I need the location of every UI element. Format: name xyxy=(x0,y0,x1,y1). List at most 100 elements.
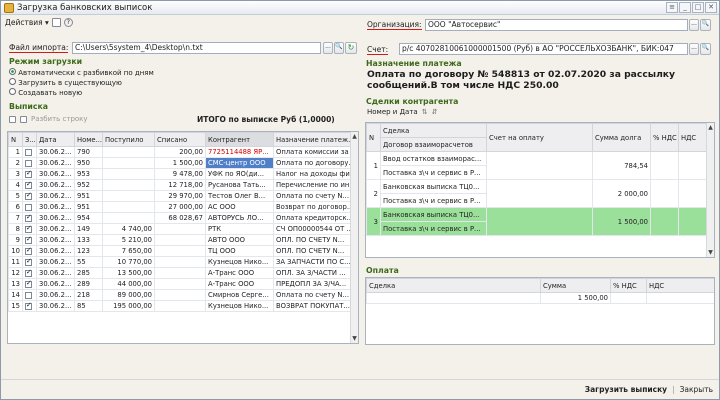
deal-col-vat[interactable]: НДС xyxy=(678,123,709,152)
deals-scroll-up-icon[interactable]: ▲ xyxy=(707,124,714,131)
row-checkbox[interactable] xyxy=(25,302,32,310)
statement-col-2[interactable]: Дата xyxy=(36,132,75,147)
deals-scroll-down-icon[interactable]: ▼ xyxy=(707,249,714,256)
refresh-icon[interactable]: ↻ xyxy=(345,42,357,54)
statement-col-4[interactable]: Поступило xyxy=(102,132,155,147)
menu-icon[interactable]: ≡ xyxy=(666,2,678,13)
statement-row[interactable]: 2 30.06.2... 950 1 500,00 СМС-центр ООО Оплат… xyxy=(8,157,353,169)
statement-col-0[interactable]: N xyxy=(8,132,23,147)
load-statement-button[interactable]: Загрузить выписку xyxy=(585,385,667,394)
statement-row[interactable]: 1 30.06.2... 790 200,00 7725114488 ЯР... Опла… xyxy=(8,146,353,158)
statement-row[interactable]: 5 30.06.2...951 29 970,00Тестов Олег В...О… xyxy=(8,190,353,202)
statement-col-1[interactable]: З... xyxy=(22,132,37,147)
row-checkbox[interactable] xyxy=(25,214,32,222)
copy-icon[interactable] xyxy=(9,115,16,123)
statement-col-5[interactable]: Списано xyxy=(154,132,206,147)
main-window: Загрузка банковских выписок ≡ _ □ ✕ Дейс… xyxy=(0,0,720,400)
deal-col-deal[interactable]: Сделка xyxy=(380,123,487,138)
import-path-field[interactable]: C:\Users\5system_4\Desktop\n.txt xyxy=(72,42,321,54)
row-checkbox[interactable] xyxy=(25,258,32,266)
split-row-button[interactable]: Разбить строку xyxy=(31,115,88,123)
statement-col-3[interactable]: Номе... xyxy=(74,132,103,147)
sort-desc-icon[interactable]: ⇵ xyxy=(432,108,438,116)
statement-row[interactable]: 7 30.06.2...954 68 028,67АВТОРУСЬ ЛО...Опл… xyxy=(8,212,353,224)
deal-col-n[interactable]: N xyxy=(366,123,381,152)
deal-col-amount[interactable]: Сумма долга xyxy=(592,123,651,152)
statement-row[interactable]: 4 30.06.2...952 12 718,00Русанова Тать...П… xyxy=(8,179,353,191)
row-checkbox[interactable] xyxy=(25,192,32,200)
deal-row[interactable]: 1 Ввод остатков взаиморас... 784,54 xyxy=(366,151,709,180)
row-purpose: ВОЗВРАТ ПОКУПАТ... xyxy=(273,300,353,312)
account-field[interactable]: р/с 40702810061000001500 (Руб) в АО "РОС… xyxy=(399,43,688,55)
statement-row[interactable]: 9 30.06.2...1335 210,00 АВТО ООООПЛ. ПО СЧ… xyxy=(8,234,353,246)
statement-col-7[interactable]: Назначение платеж... xyxy=(273,132,353,147)
row-checkbox-cell xyxy=(22,212,37,224)
maximize-icon[interactable]: □ xyxy=(692,2,704,13)
deals-toolbar: Номер и Дата ⇅ ⇵ xyxy=(367,108,437,116)
statement-scrollbar[interactable]: ▲ ▼ xyxy=(350,132,358,343)
row-checkbox[interactable] xyxy=(25,159,32,167)
deal-col-vat-pct[interactable]: % НДС xyxy=(650,123,679,152)
close-icon[interactable]: ✕ xyxy=(705,2,717,13)
sort-label[interactable]: Номер и Дата xyxy=(367,108,418,116)
scroll-down-icon[interactable]: ▼ xyxy=(351,335,358,342)
statement-row[interactable]: 12 30.06.2...28513 500,00 А-Транс ООООПЛ. … xyxy=(8,267,353,279)
statement-row[interactable]: 3 30.06.2...953 9 478,00УФК по ЯО(ди...Нал… xyxy=(8,168,353,180)
row-checkbox[interactable] xyxy=(25,269,32,277)
statement-row[interactable]: 6 30.06.2... 951 27 000,00 АС ООО Возврат по … xyxy=(8,201,353,213)
row-outgoing xyxy=(154,278,206,290)
row-checkbox[interactable] xyxy=(25,170,32,178)
row-checkbox[interactable] xyxy=(25,203,32,211)
row-counterparty: РТК xyxy=(205,223,274,235)
pay-col-vat[interactable]: НДС xyxy=(646,278,714,293)
row-checkbox-cell xyxy=(22,157,37,169)
open-file-button[interactable]: 🔍 xyxy=(334,42,344,54)
browse-button[interactable]: ... xyxy=(323,42,333,54)
close-button[interactable]: Закрыть xyxy=(680,385,713,394)
account-open-button[interactable]: 🔍 xyxy=(700,43,711,55)
pay-col-amount[interactable]: Сумма xyxy=(540,278,611,293)
row-checkbox[interactable] xyxy=(25,247,32,255)
statement-col-6[interactable]: Контрагент xyxy=(205,132,274,147)
statement-row[interactable]: 8 30.06.2...1494 740,00 РТКСЧ ОП00000544 О… xyxy=(8,223,353,235)
help-icon[interactable]: ? xyxy=(63,18,73,27)
row-counterparty: Кузнецов Нико... xyxy=(205,300,274,312)
scroll-up-icon[interactable]: ▲ xyxy=(351,133,358,140)
save-icon[interactable] xyxy=(51,18,61,27)
row-incoming: 5 210,00 xyxy=(102,234,155,246)
payment-row[interactable]: 1 500,00 xyxy=(366,292,714,304)
statement-row[interactable]: 14 30.06.2... 218 89 000,00 Смирнов Серге...… xyxy=(8,289,353,301)
statement-row[interactable]: 15 30.06.2...85195 000,00 Кузнецов Нико...… xyxy=(8,300,353,312)
account-select-button[interactable]: ... xyxy=(689,43,699,55)
row-checkbox[interactable] xyxy=(25,181,32,189)
sort-asc-icon[interactable]: ⇅ xyxy=(422,108,428,116)
deal-row[interactable]: 3 Банковская выписка ТЦ0... 1 500,00 xyxy=(366,207,709,236)
org-select-button[interactable]: ... xyxy=(689,19,699,31)
mode-auto[interactable]: Автоматически с разбивкой по дням xyxy=(9,68,154,78)
minimize-icon[interactable]: _ xyxy=(679,2,691,13)
mode-new[interactable]: Создавать новую xyxy=(9,88,154,98)
toolbar: Действия ▾ ? xyxy=(5,18,73,27)
statement-row[interactable]: 10 30.06.2...1237 650,00 ТЦ ООООПЛ. ПО СЧЕ… xyxy=(8,245,353,257)
pay-col-deal[interactable]: Сделка xyxy=(366,278,541,293)
row-checkbox[interactable] xyxy=(25,225,32,233)
pay-col-vat-pct[interactable]: % НДС xyxy=(610,278,647,293)
row-checkbox[interactable] xyxy=(25,148,32,156)
deals-scrollbar[interactable]: ▲ ▼ xyxy=(706,123,714,257)
row-checkbox[interactable] xyxy=(25,236,32,244)
row-purpose: Налог на доходы фи... xyxy=(273,168,353,180)
mode-existing[interactable]: Загрузить в существующую xyxy=(9,78,154,88)
deal-col-contract[interactable]: Договор взаиморасчетов xyxy=(380,137,487,152)
org-field[interactable]: ООО "Автосервис" xyxy=(425,19,688,31)
deal-row[interactable]: 2 Банковская выписка ТЦ0... 2 000,00 xyxy=(366,179,709,208)
row-checkbox[interactable] xyxy=(25,280,32,288)
deal-col-invoice[interactable]: Счет на оплату xyxy=(486,123,593,152)
actions-menu[interactable]: Действия ▾ xyxy=(5,18,49,27)
deal-number: 2 xyxy=(366,179,381,208)
statement-row[interactable]: 11 30.06.2...5510 770,00 Кузнецов Нико...З… xyxy=(8,256,353,268)
paste-icon[interactable] xyxy=(20,115,27,123)
org-open-button[interactable]: 🔍 xyxy=(700,19,711,31)
row-incoming: 4 740,00 xyxy=(102,223,155,235)
row-checkbox[interactable] xyxy=(25,291,32,299)
statement-row[interactable]: 13 30.06.2...28944 000,00 А-Транс ОООПРЕДО… xyxy=(8,278,353,290)
